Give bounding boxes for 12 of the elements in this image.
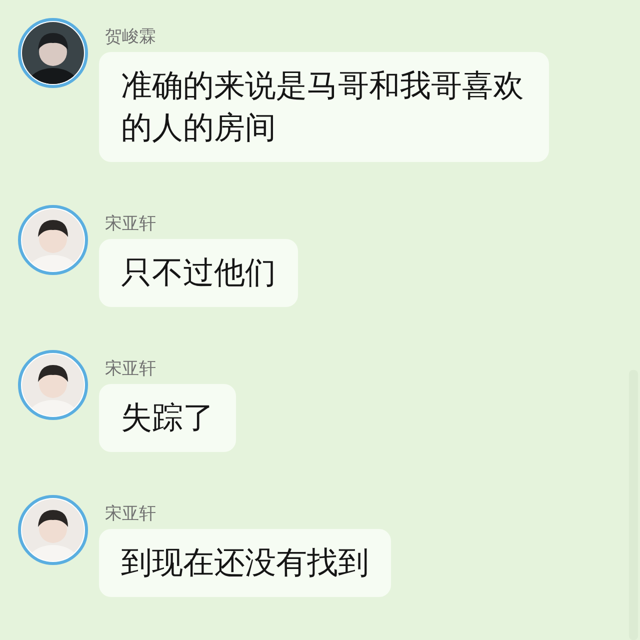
- sender-name: 宋亚轩: [105, 213, 156, 235]
- avatar[interactable]: [18, 350, 88, 420]
- avatar[interactable]: [18, 18, 88, 88]
- message-bubble: 失踪了: [99, 384, 236, 452]
- message-bubble: 准确的来说是马哥和我哥喜欢的人的房间: [99, 52, 549, 162]
- message-bubble: 到现在还没有找到: [99, 529, 391, 597]
- sender-name: 宋亚轩: [105, 358, 156, 380]
- avatar[interactable]: [18, 205, 88, 275]
- message-bubble: 只不过他们: [99, 239, 298, 307]
- sender-name: 贺峻霖: [105, 26, 156, 48]
- avatar[interactable]: [18, 495, 88, 565]
- sender-name: 宋亚轩: [105, 503, 156, 525]
